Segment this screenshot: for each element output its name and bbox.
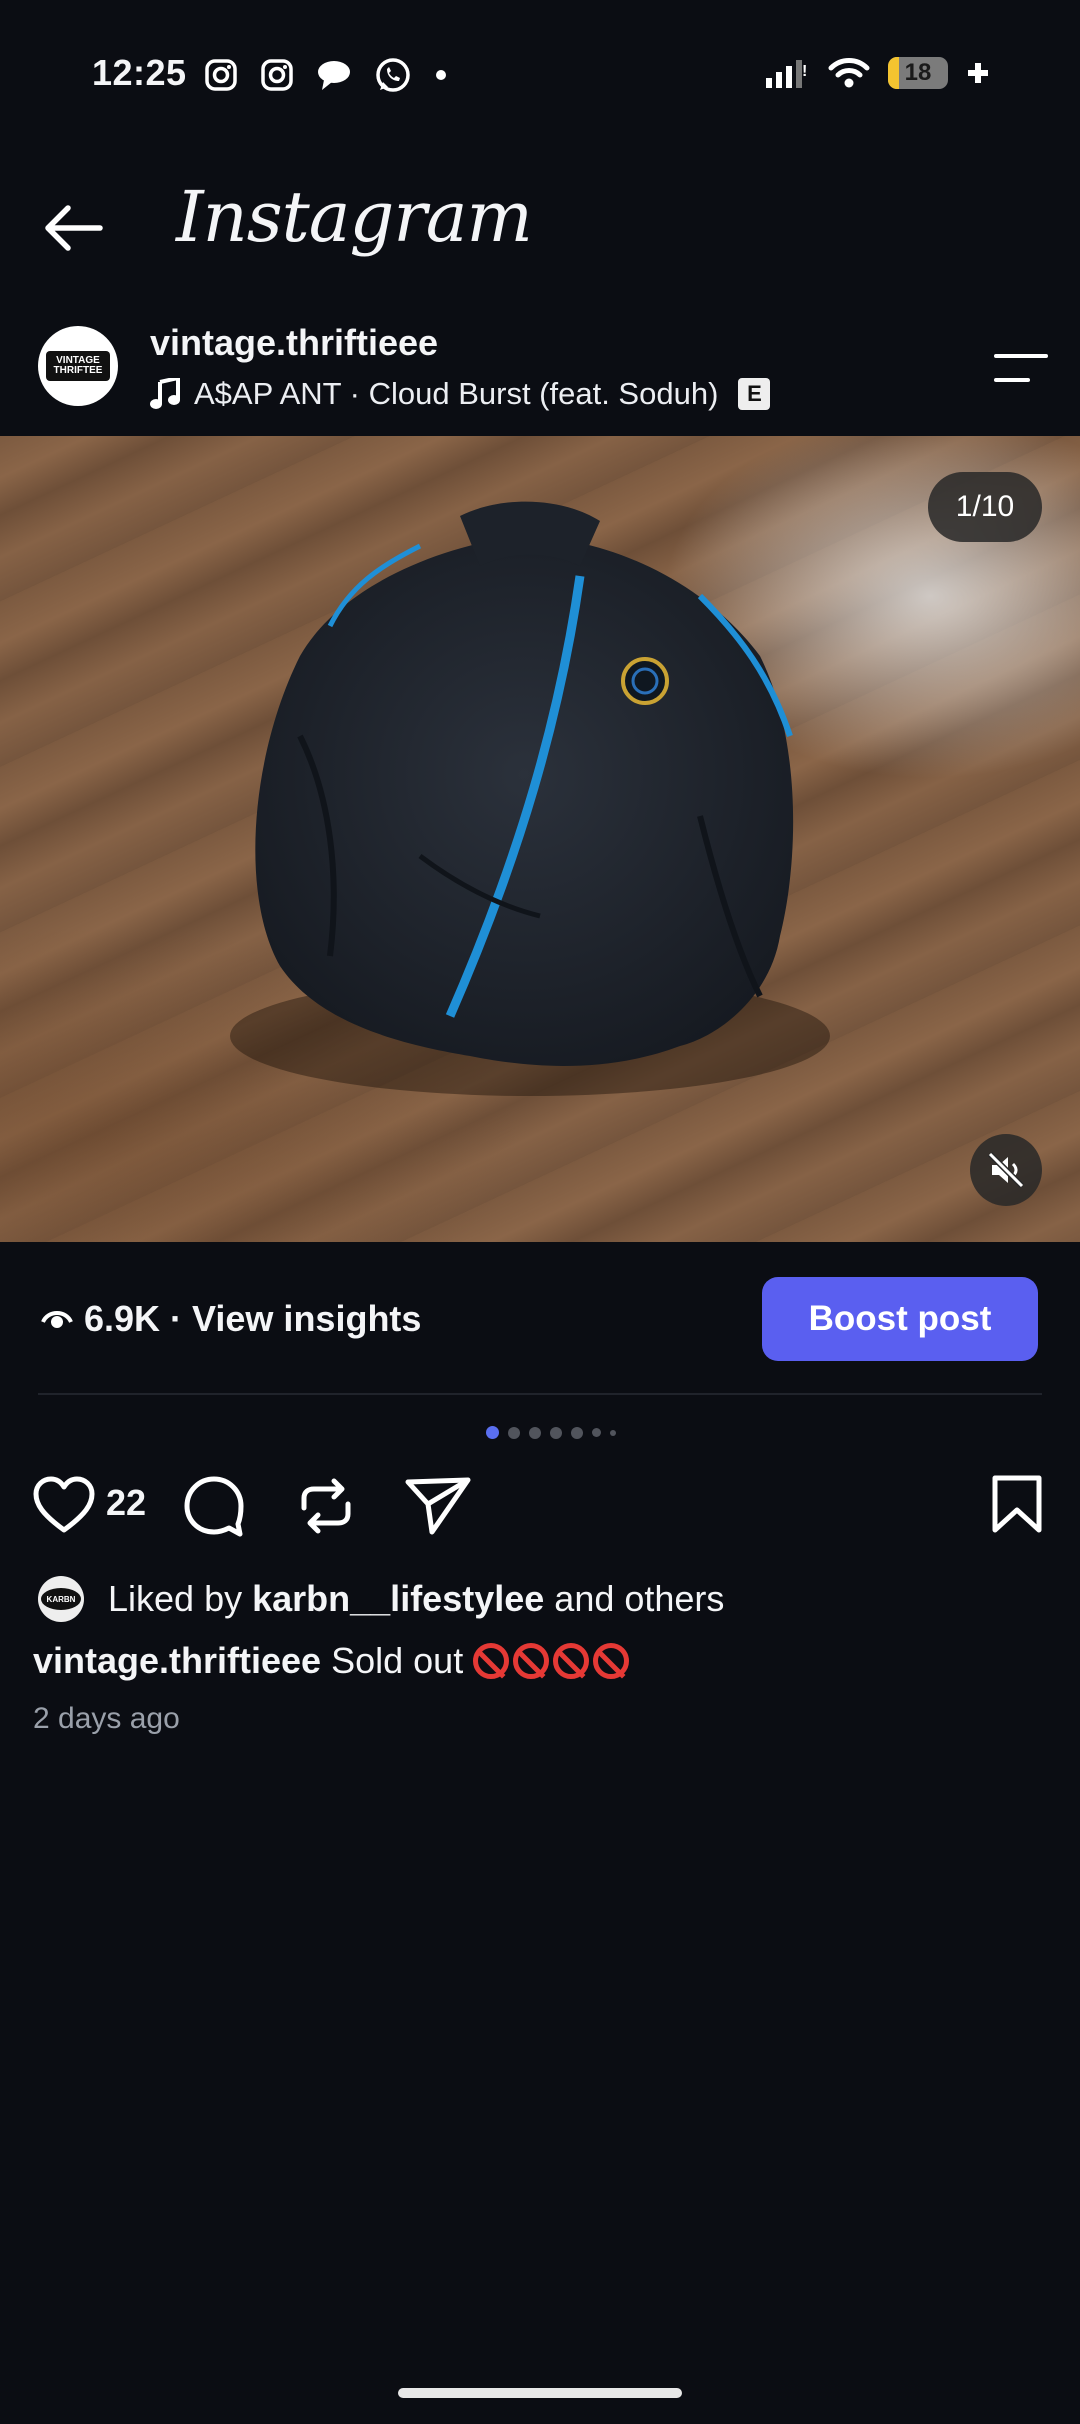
carousel-dot bbox=[592, 1428, 601, 1437]
instagram-icon bbox=[261, 59, 293, 91]
whatsapp-icon bbox=[376, 58, 410, 92]
instagram-icon bbox=[205, 59, 237, 91]
signal-icon: ! bbox=[766, 60, 807, 88]
avatar[interactable]: VINTAGE THRIFTEE bbox=[38, 326, 118, 406]
like-count[interactable]: 22 bbox=[106, 1482, 146, 1524]
instagram-logo-title: Instagram bbox=[176, 176, 533, 258]
carousel-dot bbox=[571, 1426, 583, 1439]
carousel-dot bbox=[529, 1426, 541, 1439]
insights-row[interactable]: 6.9K · View insights bbox=[40, 1298, 421, 1340]
divider bbox=[38, 1393, 1042, 1395]
liked-by-username[interactable]: karbn__lifestylee bbox=[252, 1578, 544, 1619]
repost-icon[interactable] bbox=[294, 1474, 358, 1538]
status-right-group: ! 18 bbox=[764, 56, 990, 90]
boost-post-button[interactable]: Boost post bbox=[762, 1277, 1038, 1361]
liked-by-text[interactable]: Liked by karbn__lifestylee and others bbox=[108, 1578, 724, 1620]
views-count: 6.9K bbox=[84, 1298, 161, 1339]
liked-by-prefix: Liked by bbox=[108, 1578, 243, 1619]
comment-icon[interactable] bbox=[182, 1474, 246, 1538]
home-gesture-bar[interactable] bbox=[398, 2388, 682, 2398]
charging-plus-icon bbox=[968, 63, 988, 83]
battery-level: 18 bbox=[904, 59, 932, 86]
prohibited-emoji-icon bbox=[593, 1643, 630, 1679]
eye-insights-icon bbox=[41, 1311, 73, 1328]
chat-bubble-icon bbox=[318, 61, 350, 90]
prohibited-emoji-icon bbox=[473, 1643, 510, 1679]
wifi-icon bbox=[828, 58, 870, 88]
prohibited-emoji-icon bbox=[553, 1643, 590, 1679]
carousel-dot bbox=[610, 1429, 616, 1436]
explicit-badge: E bbox=[738, 378, 771, 410]
menu-lines-icon[interactable] bbox=[992, 350, 1050, 386]
insights-separator: · bbox=[170, 1298, 183, 1339]
dot-icon bbox=[436, 70, 446, 80]
share-send-icon[interactable] bbox=[404, 1474, 472, 1538]
caption-username[interactable]: vintage.thriftieee bbox=[33, 1640, 321, 1681]
jacket-photo bbox=[230, 501, 830, 1096]
audio-title: A$AP ANT · Cloud Burst (feat. Soduh) bbox=[194, 376, 719, 411]
heart-like-icon[interactable] bbox=[32, 1474, 96, 1538]
avatar-logo-text: VINTAGE THRIFTEE bbox=[46, 351, 110, 381]
media-counter: 1/10 bbox=[928, 472, 1042, 542]
status-time: 12:25 bbox=[92, 52, 187, 93]
bookmark-save-icon[interactable] bbox=[990, 1474, 1044, 1534]
caption-text: Sold out bbox=[331, 1640, 464, 1681]
battery-icon: 18 bbox=[888, 57, 948, 89]
music-note-icon bbox=[150, 378, 180, 409]
post-media-image[interactable] bbox=[0, 436, 1080, 1242]
view-insights-link[interactable]: View insights bbox=[192, 1298, 421, 1340]
battery-fill bbox=[888, 57, 899, 89]
carousel-dot bbox=[508, 1426, 520, 1439]
mute-toggle[interactable] bbox=[970, 1134, 1042, 1206]
carousel-dot-active bbox=[486, 1426, 499, 1439]
prohibited-emoji-icon bbox=[513, 1643, 550, 1679]
carousel-indicator bbox=[486, 1426, 616, 1439]
post-timestamp: 2 days ago bbox=[33, 1702, 180, 1735]
back-arrow-icon[interactable] bbox=[38, 198, 108, 258]
post-username[interactable]: vintage.thriftieee bbox=[150, 322, 438, 364]
post-caption: vintage.thriftieee Sold out bbox=[33, 1640, 633, 1682]
speaker-muted-icon bbox=[987, 1151, 1025, 1189]
carousel-dot bbox=[550, 1426, 562, 1439]
audio-attribution[interactable]: A$AP ANT · Cloud Burst (feat. Soduh) E bbox=[150, 376, 771, 412]
notification-icons bbox=[204, 56, 448, 94]
liked-by-avatar-text: KARBN bbox=[41, 1588, 81, 1610]
liked-by-suffix: and others bbox=[554, 1578, 725, 1619]
svg-text:!: ! bbox=[802, 63, 807, 80]
liked-by-avatar[interactable]: KARBN bbox=[38, 1576, 84, 1622]
